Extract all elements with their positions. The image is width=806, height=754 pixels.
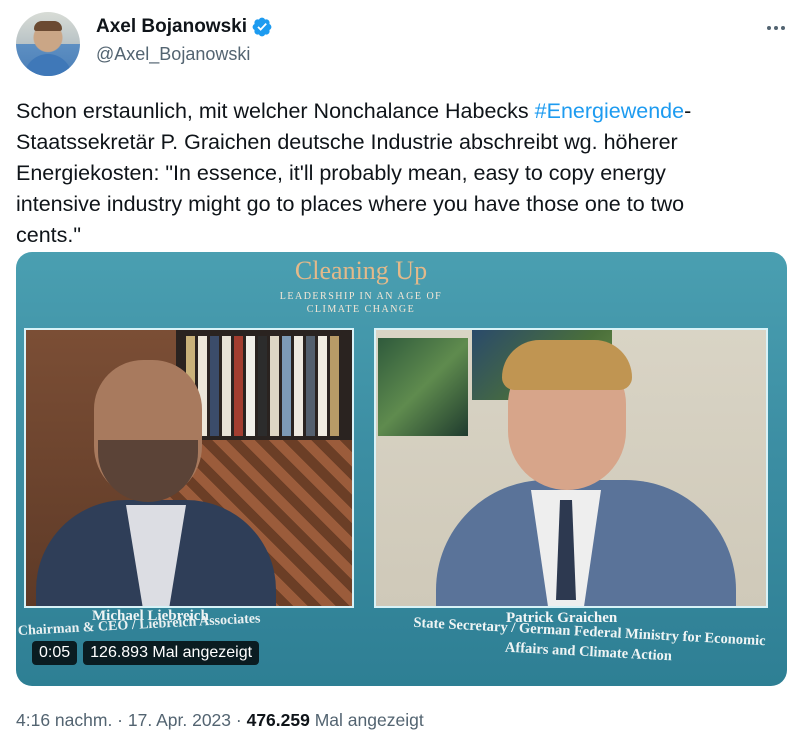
author-avatar[interactable] bbox=[16, 12, 80, 76]
video-show-title: Cleaning Up bbox=[294, 256, 428, 285]
bookshelf bbox=[176, 330, 352, 440]
author-name[interactable]: Axel Bojanowski bbox=[96, 16, 247, 38]
book bbox=[210, 336, 219, 436]
book bbox=[222, 336, 231, 436]
meta-separator: · bbox=[231, 710, 247, 730]
book bbox=[306, 336, 315, 436]
video-frame-right bbox=[374, 328, 768, 608]
avatar-hair bbox=[34, 21, 62, 31]
tweet-text-start: Schon erstaunlich, mit welcher Nonchalan… bbox=[16, 99, 535, 123]
more-options-button[interactable] bbox=[762, 14, 790, 42]
book bbox=[282, 336, 291, 436]
hashtag-link[interactable]: #Energiewende bbox=[535, 99, 684, 123]
more-icon-dot bbox=[781, 26, 785, 30]
book bbox=[246, 336, 255, 436]
more-icon bbox=[767, 26, 771, 30]
video-timestamp: 0:05 bbox=[32, 641, 78, 665]
author-handle[interactable]: @Axel_Bojanowski bbox=[96, 44, 250, 65]
book bbox=[294, 336, 303, 436]
video-player[interactable]: Cleaning Up LEADERSHIP IN AN AGE OF CLIM… bbox=[16, 252, 787, 686]
meta-separator: · bbox=[112, 710, 128, 730]
tweet-view-count: 476.259 bbox=[246, 710, 310, 730]
video-view-count: 126.893 Mal angezeigt bbox=[83, 641, 260, 665]
speaker-right-hair bbox=[502, 340, 632, 390]
video-frame-left bbox=[24, 328, 354, 608]
book bbox=[330, 336, 339, 436]
avatar-shirt bbox=[24, 54, 72, 76]
book bbox=[270, 336, 279, 436]
verified-badge-icon bbox=[252, 17, 272, 37]
tweet-time[interactable]: 4:16 nachm. bbox=[16, 710, 112, 731]
wall-painting bbox=[378, 338, 468, 436]
video-overlay: 0:05 126.893 Mal angezeigt bbox=[32, 641, 260, 665]
book bbox=[318, 336, 327, 436]
book bbox=[234, 336, 243, 436]
tweet-date[interactable]: 17. Apr. 2023 bbox=[128, 710, 231, 731]
video-show-subtitle: LEADERSHIP IN AN AGE OF CLIMATE CHANGE bbox=[279, 291, 443, 315]
tweet-meta: 4:16 nachm. · 17. Apr. 2023 · 476.259 Ma… bbox=[16, 710, 424, 731]
more-icon-dot bbox=[774, 26, 778, 30]
author-name-row[interactable]: Axel Bojanowski bbox=[96, 16, 273, 38]
tweet-view-label: Mal angezeigt bbox=[309, 710, 424, 730]
speaker-right-role: State Secretary / German Federal Ministr… bbox=[413, 614, 766, 665]
tweet-text: Schon erstaunlich, mit welcher Nonchalan… bbox=[16, 96, 786, 251]
book bbox=[258, 336, 267, 436]
